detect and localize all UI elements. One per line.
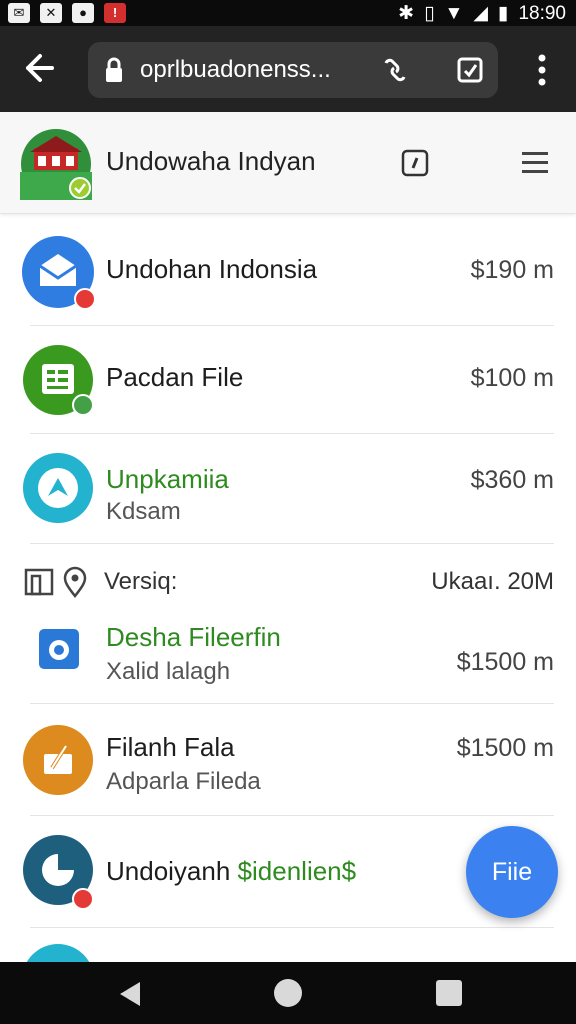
app-title: Undowaha Indyan <box>106 146 316 176</box>
location-pin-icon <box>63 566 87 598</box>
browser-toolbar: oprlbuadonenss... <box>0 26 576 112</box>
hamburger-icon[interactable] <box>520 150 550 176</box>
nav-home-icon[interactable] <box>274 979 302 1007</box>
item-title: Unpkamiia <box>106 464 229 494</box>
item-title: Pacdan File <box>106 362 244 392</box>
wifi-icon: ▼ <box>444 2 464 24</box>
version-label: Versiq: <box>104 568 178 595</box>
divider <box>30 543 554 544</box>
list-item[interactable]: Undohan Indonsia $190 m <box>0 216 576 326</box>
item-title: Undoiyanh $idenlien$ <box>106 856 357 886</box>
compass-icon[interactable] <box>400 148 430 178</box>
check-box-icon[interactable] <box>456 56 484 84</box>
item-price: $1500 m <box>456 648 554 676</box>
item-subtitle: Kdsam <box>106 498 181 525</box>
system-nav-bar <box>0 962 576 1024</box>
item-price: $360 m <box>470 466 554 494</box>
url-text: oprlbuadonenss... <box>140 56 331 83</box>
item-price: $190 m <box>470 256 554 284</box>
alert-badge <box>72 888 94 910</box>
document-icon <box>24 568 54 596</box>
item-subtitle: Adparla Fileda <box>106 768 261 795</box>
list-item[interactable]: Filanh Fala Adparla Fileda $1500 m <box>0 704 576 816</box>
edit-icon <box>22 724 94 796</box>
battery-icon: ▮ <box>497 3 509 24</box>
address-bar[interactable]: oprlbuadonenss... <box>88 42 498 98</box>
list-item[interactable] <box>0 928 576 962</box>
app-logo-icon <box>20 129 92 200</box>
list-item[interactable]: Desha Fileerfin Xalid lalagh $1500 m <box>0 604 576 704</box>
list-item[interactable]: Pacdan File $100 m <box>0 326 576 434</box>
alert-badge <box>74 288 96 310</box>
item-title: Undohan Indonsia <box>106 254 318 284</box>
lock-icon <box>106 57 122 82</box>
link-icon[interactable] <box>380 55 410 85</box>
version-value: Ukaaı. 20M <box>431 568 554 595</box>
item-price: $1500 m <box>456 734 554 762</box>
item-title: Desha Fileerfin <box>106 622 281 652</box>
status-time: 18:90 <box>518 2 566 24</box>
file-fab-button[interactable]: Fiie <box>466 826 558 918</box>
list-item[interactable]: Unpkamiia Kdsam $360 m <box>0 434 576 544</box>
item-title: Filanh Fala <box>106 732 235 762</box>
vibrate-icon: ▯ <box>424 3 435 24</box>
status-bar: ✉ ✕ ● ! ✱ ▯ ▼ ◢ ▮ 18:90 <box>0 0 576 26</box>
mail-icon: ✕ <box>40 3 62 23</box>
partial-avatar-icon <box>22 944 94 962</box>
app-alert-icon: ! <box>104 3 126 23</box>
item-price: $100 m <box>470 364 554 392</box>
verified-badge <box>72 394 94 416</box>
navigation-icon <box>22 452 94 524</box>
status-bar-notifications: ✉ ✕ ● ! <box>8 3 126 23</box>
notification-icon: ✉ <box>8 3 30 23</box>
nav-recents-icon[interactable] <box>436 980 462 1006</box>
bluetooth-icon: ✱ <box>398 3 415 24</box>
app-header: Undowaha Indyan <box>0 112 576 214</box>
back-arrow-icon[interactable] <box>18 48 58 88</box>
more-vert-icon[interactable] <box>530 50 554 90</box>
item-title-highlight: $idenlien$ <box>237 856 357 886</box>
game-icon: ● <box>72 3 94 23</box>
camera-icon <box>39 629 79 669</box>
signal-icon: ◢ <box>473 3 488 24</box>
version-row: Versiq: Ukaaı. 20M <box>0 560 576 600</box>
item-subtitle: Xalid lalagh <box>106 658 231 685</box>
nav-back-icon[interactable] <box>116 980 144 1008</box>
status-bar-system: ✱ ▯ ▼ ◢ ▮ 18:90 <box>398 2 566 25</box>
